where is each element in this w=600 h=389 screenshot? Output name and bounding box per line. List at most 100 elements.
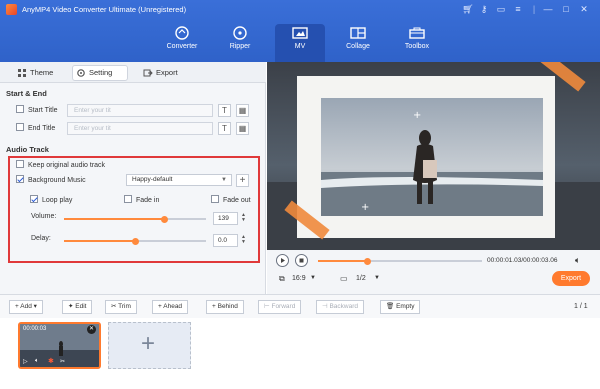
nav-ripper[interactable]: Ripper — [215, 24, 265, 62]
start-title-input[interactable]: Enter your tit — [67, 104, 213, 117]
play-button[interactable] — [276, 254, 289, 267]
chevron-down-icon: ▾ — [31, 303, 37, 310]
clip-play-icon[interactable]: ▷ — [23, 358, 28, 365]
collage-icon — [350, 27, 366, 39]
start-title-font-button[interactable]: T — [218, 104, 231, 117]
fade-out-checkbox[interactable] — [211, 195, 219, 204]
start-end-heading: Start & End — [6, 89, 47, 98]
aspect-ratio-value[interactable]: 16:9 — [292, 275, 306, 282]
tab-export[interactable]: Export — [140, 66, 190, 80]
svg-text:+: + — [413, 110, 421, 121]
volume-slider[interactable] — [64, 215, 206, 223]
clip-effect-icon[interactable]: ✱ — [48, 357, 54, 365]
mv-icon — [292, 27, 308, 39]
delay-stepper[interactable]: ▲ ▼ — [241, 235, 246, 245]
background-music-checkbox[interactable] — [16, 175, 24, 184]
volume-icon[interactable]: 🔈︎ — [575, 255, 580, 266]
chevron-down-icon[interactable]: ▼ — [374, 275, 380, 281]
trim-button[interactable]: ✂ Trim — [105, 300, 137, 314]
delay-value-input[interactable]: 0.0 — [213, 234, 238, 247]
chevron-down-icon[interactable]: ▼ — [310, 275, 316, 281]
minimize-icon[interactable]: — — [542, 3, 554, 15]
remove-clip-icon[interactable]: ✕ — [87, 325, 96, 334]
music-select-value: Happy-default — [132, 176, 173, 183]
delay-knob[interactable] — [131, 237, 139, 245]
tab-theme[interactable]: Theme — [14, 66, 64, 80]
volume-fill — [64, 218, 165, 220]
progress-knob[interactable] — [363, 257, 371, 265]
end-title-checkbox[interactable] — [16, 123, 24, 132]
end-title-input[interactable]: Enter your tit — [67, 122, 213, 135]
nav-toolbox[interactable]: Toolbox — [392, 24, 442, 62]
nav-collage[interactable]: Collage — [333, 24, 383, 62]
backward-button-label: Backward — [329, 303, 359, 310]
cart-icon[interactable]: 🛒︎ — [462, 3, 474, 15]
nav-mv[interactable]: MV — [275, 24, 325, 62]
nav-label: Converter — [166, 43, 198, 50]
forward-button-label: Forward — [271, 303, 296, 310]
backward-button[interactable]: ⊣ Backward — [316, 300, 365, 314]
fade-out-row[interactable]: Fade out — [211, 195, 251, 207]
start-title-style-icon[interactable]: ▦ — [236, 104, 249, 117]
volume-stepper[interactable]: ▲ ▼ — [241, 213, 246, 223]
clip-thumbnail[interactable]: 00:00:03 ✕ ▷ 🔈︎ ✱ ✂ — [18, 322, 101, 369]
nav-label: Toolbox — [404, 43, 430, 50]
nav-label: Collage — [346, 43, 370, 50]
add-clip-placeholder[interactable]: + — [108, 322, 191, 369]
forward-button[interactable]: ⊢ Forward — [258, 300, 302, 314]
play-icon — [281, 258, 285, 263]
svg-text:+: + — [361, 202, 369, 213]
export-button[interactable]: Export — [552, 271, 590, 286]
nav-label: Ripper — [229, 43, 251, 50]
tab-label: Setting — [89, 68, 113, 77]
preview-image: + + — [267, 62, 600, 250]
start-title-checkbox[interactable] — [16, 105, 24, 114]
menu-icon[interactable]: ≡ — [512, 3, 524, 15]
background-music-row[interactable]: Background Music — [16, 175, 86, 187]
clip-audio-icon[interactable]: 🔈︎ — [35, 358, 39, 365]
fade-in-row[interactable]: Fade in — [124, 195, 159, 207]
ahead-button[interactable]: + Ahead — [152, 300, 189, 314]
tab-label: Theme — [30, 68, 54, 77]
empty-button[interactable]: 🗑︎ Empty — [380, 300, 421, 314]
stop-icon — [299, 258, 304, 263]
delay-slider[interactable] — [64, 237, 206, 245]
separator: | — [532, 4, 536, 14]
music-select[interactable]: Happy-default ▼ — [126, 174, 232, 186]
close-icon[interactable]: ✕ — [578, 3, 590, 15]
start-title-row[interactable]: Start Title — [16, 105, 58, 117]
stop-button[interactable] — [295, 254, 308, 267]
behind-button[interactable]: + Behind — [206, 300, 244, 314]
monitor-icon: ▭ — [340, 274, 348, 283]
clip-scissors-icon[interactable]: ✂ — [60, 358, 65, 365]
loop-play-row[interactable]: Loop play — [30, 195, 72, 207]
chevron-down-icon: ▼ — [221, 177, 227, 183]
end-title-row[interactable]: End Title — [16, 123, 55, 135]
keep-original-checkbox[interactable] — [16, 160, 24, 169]
volume-label: Volume: — [31, 213, 57, 220]
nav-label: MV — [294, 43, 306, 50]
volume-knob[interactable] — [161, 215, 169, 223]
add-button[interactable]: + Add ▾ — [9, 300, 43, 314]
key-icon[interactable]: ⚷ — [478, 3, 490, 15]
loop-play-checkbox[interactable] — [30, 195, 38, 204]
ahead-button-label: Ahead — [163, 303, 183, 310]
empty-button-label: Empty — [396, 303, 415, 310]
add-music-button[interactable]: + — [236, 174, 249, 187]
playback-progress[interactable] — [318, 257, 482, 265]
end-title-font-button[interactable]: T — [218, 122, 231, 135]
keep-original-row[interactable]: Keep original audio track — [16, 160, 105, 172]
trim-button-label: Trim — [118, 303, 131, 310]
behind-button-label: Behind — [217, 303, 238, 310]
delay-label: Delay: — [31, 235, 51, 242]
tab-label: Export — [156, 68, 178, 77]
maximize-icon[interactable]: □ — [560, 3, 572, 15]
end-title-style-icon[interactable]: ▦ — [236, 122, 249, 135]
nav-converter[interactable]: Converter — [157, 24, 207, 62]
tab-setting[interactable]: Setting — [72, 65, 128, 81]
fade-in-checkbox[interactable] — [124, 195, 132, 204]
chat-icon[interactable]: ▭ — [495, 3, 507, 15]
volume-value-input[interactable]: 139 — [213, 212, 238, 225]
edit-button[interactable]: ✦ Edit — [62, 300, 93, 314]
page-indicator[interactable]: 1/2 — [356, 275, 366, 282]
